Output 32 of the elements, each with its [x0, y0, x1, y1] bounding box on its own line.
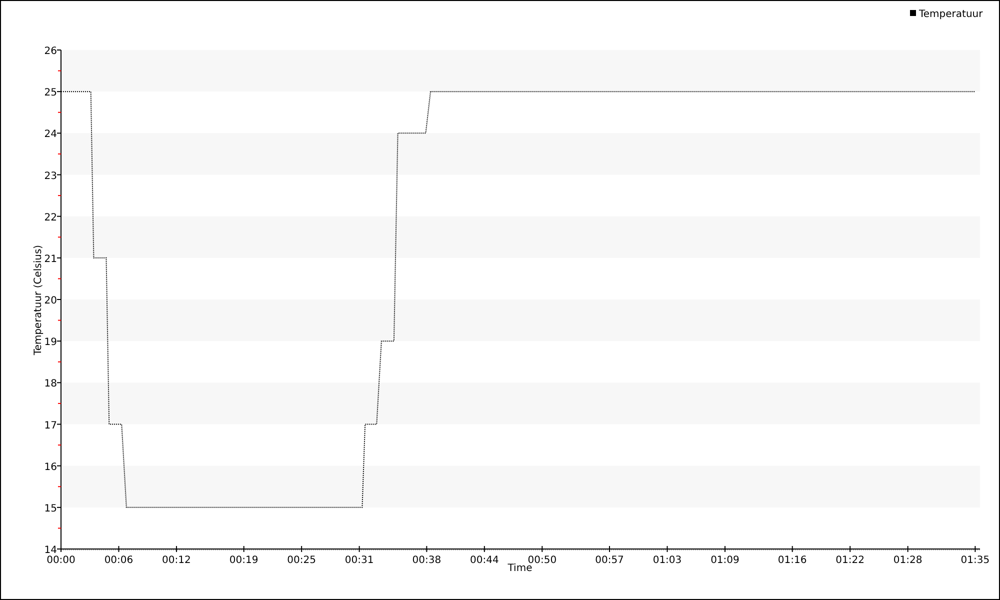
x-tick-label: 00:50: [528, 555, 557, 566]
x-tick-label: 00:44: [470, 555, 499, 566]
y-tick-label: 16: [44, 462, 57, 473]
y-tick-label: 19: [44, 337, 57, 348]
y-axis-title: Temperatuur (Celsius): [33, 244, 44, 356]
x-tick-label: 00:19: [229, 555, 258, 566]
y-tick-label: 14: [44, 545, 57, 556]
x-tick-label: 00:57: [595, 555, 624, 566]
x-tick-label: 01:16: [778, 555, 807, 566]
y-tick-label: 25: [44, 88, 57, 99]
x-tick-label: 00:25: [287, 555, 316, 566]
x-tick-label: 00:12: [162, 555, 191, 566]
y-tick-label: 24: [44, 129, 57, 140]
y-tick-label: 18: [44, 378, 57, 390]
y-tick-label: 26: [44, 46, 57, 57]
x-tick-label: 01:03: [652, 555, 682, 566]
x-tick-label: 00:31: [344, 555, 374, 566]
legend-label: Temperatuur: [919, 9, 983, 20]
x-tick-label: 00:00: [46, 555, 76, 566]
x-tick-label: 01:35: [960, 555, 990, 566]
y-tick-label: 20: [44, 296, 57, 306]
x-tick-label: 01:09: [710, 555, 740, 566]
y-tick-label: 23: [44, 170, 57, 182]
y-tick-label: 15: [44, 503, 57, 514]
y-tick-label: 22: [44, 212, 57, 224]
x-axis-title: Time: [508, 563, 532, 574]
x-tick-label: 00:38: [412, 555, 442, 566]
x-tick-label: 01:22: [836, 555, 864, 566]
y-tick-label: 17: [44, 420, 57, 432]
x-tick-label: 01:28: [893, 555, 922, 566]
y-tick-label: 21: [44, 254, 57, 265]
x-tick-label: 00:06: [104, 555, 134, 566]
